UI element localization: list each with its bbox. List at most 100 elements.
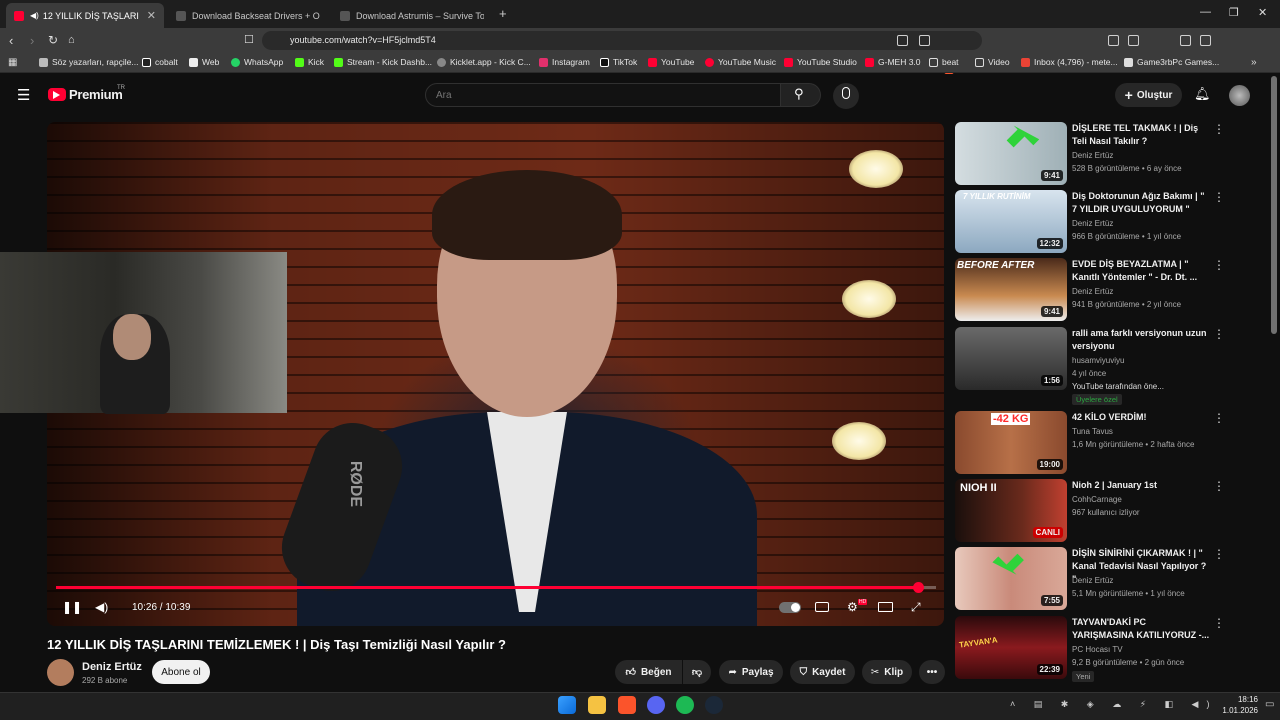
system-tray-icons[interactable]: ˄ ▤ ✱ ◈ ☁ ⚡ ◧ ◀) — [1010, 699, 1217, 710]
new-tab-button[interactable]: + — [499, 6, 507, 21]
recommendation-item[interactable]: TAYVAN'A 22:39 TAYVAN'DAKİ PC YARIŞMASIN… — [955, 616, 1225, 686]
notification-center-icon[interactable]: ▭ — [1265, 699, 1274, 710]
bookmark-item[interactable]: cobalt — [142, 57, 178, 67]
bookmark-item[interactable]: Inbox (4,796) - mete... — [1021, 57, 1118, 67]
recommendation-channel[interactable]: Deniz Ertüz — [1072, 576, 1113, 585]
youtube-premium-logo[interactable]: Premium — [69, 87, 123, 102]
bookmark-item[interactable]: Söz yazarları, rapçile... — [39, 57, 138, 67]
video-thumbnail[interactable]: 1:56 — [955, 327, 1067, 390]
tab-youtube-video[interactable]: ◀) 12 YILLIK DİŞ TAŞLARINI TEMİ ✕ — [6, 3, 164, 28]
recommendation-title[interactable]: TAYVAN'DAKİ PC YARIŞMASINA KATILIYORUZ -… — [1072, 616, 1210, 642]
bookmark-item[interactable]: Kick — [295, 57, 324, 67]
windows-start-icon[interactable] — [558, 696, 576, 714]
spotify-icon[interactable] — [676, 696, 694, 714]
like-button[interactable]: 👍︎ Beğen — [615, 660, 682, 684]
recommendation-item[interactable]: BEFORE AFTER 9:41 EVDE DİŞ BEYAZLATMA | … — [955, 258, 1225, 322]
apps-grid-icon[interactable]: ▦ — [8, 57, 17, 68]
back-icon[interactable]: ‹ — [9, 32, 13, 49]
notifications-bell-icon[interactable]: 🔔︎ — [1194, 86, 1211, 102]
more-options-icon[interactable]: ⋮ — [1213, 616, 1225, 630]
tab-backseat-drivers[interactable]: Download Backseat Drivers + OnLine — [168, 3, 328, 28]
recommendation-channel[interactable]: PC Hocası TV — [1072, 645, 1123, 654]
progress-bar[interactable] — [56, 582, 936, 593]
bookmark-item[interactable]: Kicklet.app - Kick C... — [437, 57, 531, 67]
bookmark-item[interactable]: YouTube — [648, 57, 694, 67]
video-thumbnail[interactable]: TAYVAN'A 22:39 — [955, 616, 1067, 679]
steam-icon[interactable] — [705, 696, 723, 714]
brave-browser-icon[interactable] — [618, 696, 636, 714]
search-input[interactable] — [425, 83, 781, 107]
bookmark-item[interactable]: YouTube Studio — [784, 57, 857, 67]
bookmark-item[interactable]: WhatsApp — [231, 57, 283, 67]
subscribe-button[interactable]: Abone ol — [152, 660, 210, 684]
bookmark-item[interactable]: YouTube Music — [705, 57, 776, 67]
more-actions-button[interactable]: ••• — [919, 660, 945, 684]
recommendation-item[interactable]: 7:55 DİŞİN SİNİRİNİ ÇIKARMAK ! | " Kanal… — [955, 547, 1225, 611]
close-window-icon[interactable]: ✕ — [1258, 6, 1267, 19]
volume-icon[interactable]: ◀) — [95, 600, 108, 614]
recommendation-title[interactable]: DİŞLERE TEL TAKMAK ! | Diş Teli Nasıl Ta… — [1072, 122, 1210, 148]
wallet-icon[interactable] — [1200, 35, 1211, 46]
video-thumbnail[interactable]: NIOH II CANLI — [955, 479, 1067, 542]
recommendation-title[interactable]: EVDE DİŞ BEYAZLATMA | " Kanıtlı Yöntemle… — [1072, 258, 1210, 284]
recommendation-item[interactable]: -42 KG 19:00 42 KİLO VERDİM! Tuna Tavus … — [955, 411, 1225, 475]
more-options-icon[interactable]: ⋮ — [1213, 547, 1225, 561]
recommendation-item[interactable]: 7 YILLIK RUTİNİM 12:32 Diş Doktorunun Ağ… — [955, 190, 1225, 254]
recommendation-title[interactable]: Diş Doktorunun Ağız Bakımı | " 7 YILDIR … — [1072, 190, 1210, 216]
clip-button[interactable]: ✂ Klip — [862, 660, 912, 684]
share-button[interactable]: ➦ Paylaş — [719, 660, 783, 684]
recommendation-title[interactable]: Nioh 2 | January 1st — [1072, 479, 1210, 492]
bookmark-item[interactable]: Stream - Kick Dashb... — [334, 57, 432, 67]
minimize-window-icon[interactable]: — — [1200, 6, 1211, 18]
recommendation-channel[interactable]: Tuna Tavus — [1072, 427, 1113, 436]
bookmark-item[interactable]: TikTok — [600, 57, 637, 67]
fullscreen-icon[interactable]: ⤢ — [911, 600, 921, 615]
extensions-icon[interactable] — [1108, 35, 1119, 46]
recommendation-title[interactable]: 42 KİLO VERDİM! — [1072, 411, 1210, 424]
share-page-icon[interactable] — [919, 35, 930, 46]
tab-astrumis[interactable]: Download Astrumis – Survive Togeth — [332, 3, 492, 28]
video-thumbnail[interactable]: 9:41 — [955, 122, 1067, 185]
dislike-button[interactable]: 👎︎ — [683, 660, 711, 684]
bookmark-item[interactable]: G-MEH 3.0 — [865, 57, 921, 67]
hamburger-menu-icon[interactable]: ☰ — [17, 86, 30, 104]
recommendation-channel[interactable]: Deniz Ertüz — [1072, 287, 1113, 296]
more-options-icon[interactable]: ⋮ — [1213, 327, 1225, 341]
home-icon[interactable]: ⌂ — [68, 32, 75, 49]
close-tab-icon[interactable]: ✕ — [147, 9, 156, 22]
recommendation-channel[interactable]: Deniz Ertüz — [1072, 219, 1113, 228]
account-avatar[interactable] — [1229, 85, 1250, 106]
video-thumbnail[interactable]: 7 YILLIK RUTİNİM 12:32 — [955, 190, 1067, 253]
save-button[interactable]: ⛉ Kaydet — [790, 660, 855, 684]
recommendation-channel[interactable]: CohhCarnage — [1072, 495, 1122, 504]
more-options-icon[interactable]: ⋮ — [1213, 190, 1225, 204]
channel-avatar[interactable] — [47, 659, 74, 686]
create-button[interactable]: + Oluştur — [1115, 83, 1182, 107]
more-bookmarks-icon[interactable]: » — [1251, 57, 1257, 68]
more-options-icon[interactable]: ⋮ — [1213, 479, 1225, 493]
settings-gear-icon[interactable]: ⚙ — [847, 600, 858, 614]
file-explorer-icon[interactable] — [588, 696, 606, 714]
theater-mode-icon[interactable] — [878, 602, 893, 612]
page-scrollbar[interactable] — [1271, 76, 1277, 334]
reload-icon[interactable]: ↻ — [48, 32, 58, 49]
more-options-icon[interactable]: ⋮ — [1213, 411, 1225, 425]
pause-icon[interactable]: ❚❚ — [62, 600, 82, 614]
discord-icon[interactable] — [647, 696, 665, 714]
taskbar-clock[interactable]: 18:16 1.01.2026 — [1214, 694, 1258, 716]
bookmark-item[interactable]: beat — [929, 57, 959, 67]
recommendation-item[interactable]: 1:56 ralli ama farklı versiyonun uzun ve… — [955, 327, 1225, 407]
recommendation-channel[interactable]: husamviyuviyu — [1072, 356, 1124, 365]
cast-icon[interactable] — [897, 35, 908, 46]
recommendation-item[interactable]: NIOH II CANLI Nioh 2 | January 1st CohhC… — [955, 479, 1225, 543]
forward-icon[interactable]: › — [30, 32, 34, 49]
more-options-icon[interactable]: ⋮ — [1213, 122, 1225, 136]
bookmark-page-icon[interactable]: ☐ — [244, 32, 254, 49]
extension-icon[interactable] — [1128, 35, 1139, 46]
bookmark-item[interactable]: Game3rbPc Games... — [1124, 57, 1219, 67]
recommendation-title[interactable]: ralli ama farklı versiyonun uzun versiyo… — [1072, 327, 1210, 353]
bookmark-item[interactable]: Video — [975, 57, 1010, 67]
video-thumbnail[interactable]: 7:55 — [955, 547, 1067, 610]
video-thumbnail[interactable]: BEFORE AFTER 9:41 — [955, 258, 1067, 321]
more-options-icon[interactable]: ⋮ — [1213, 258, 1225, 272]
